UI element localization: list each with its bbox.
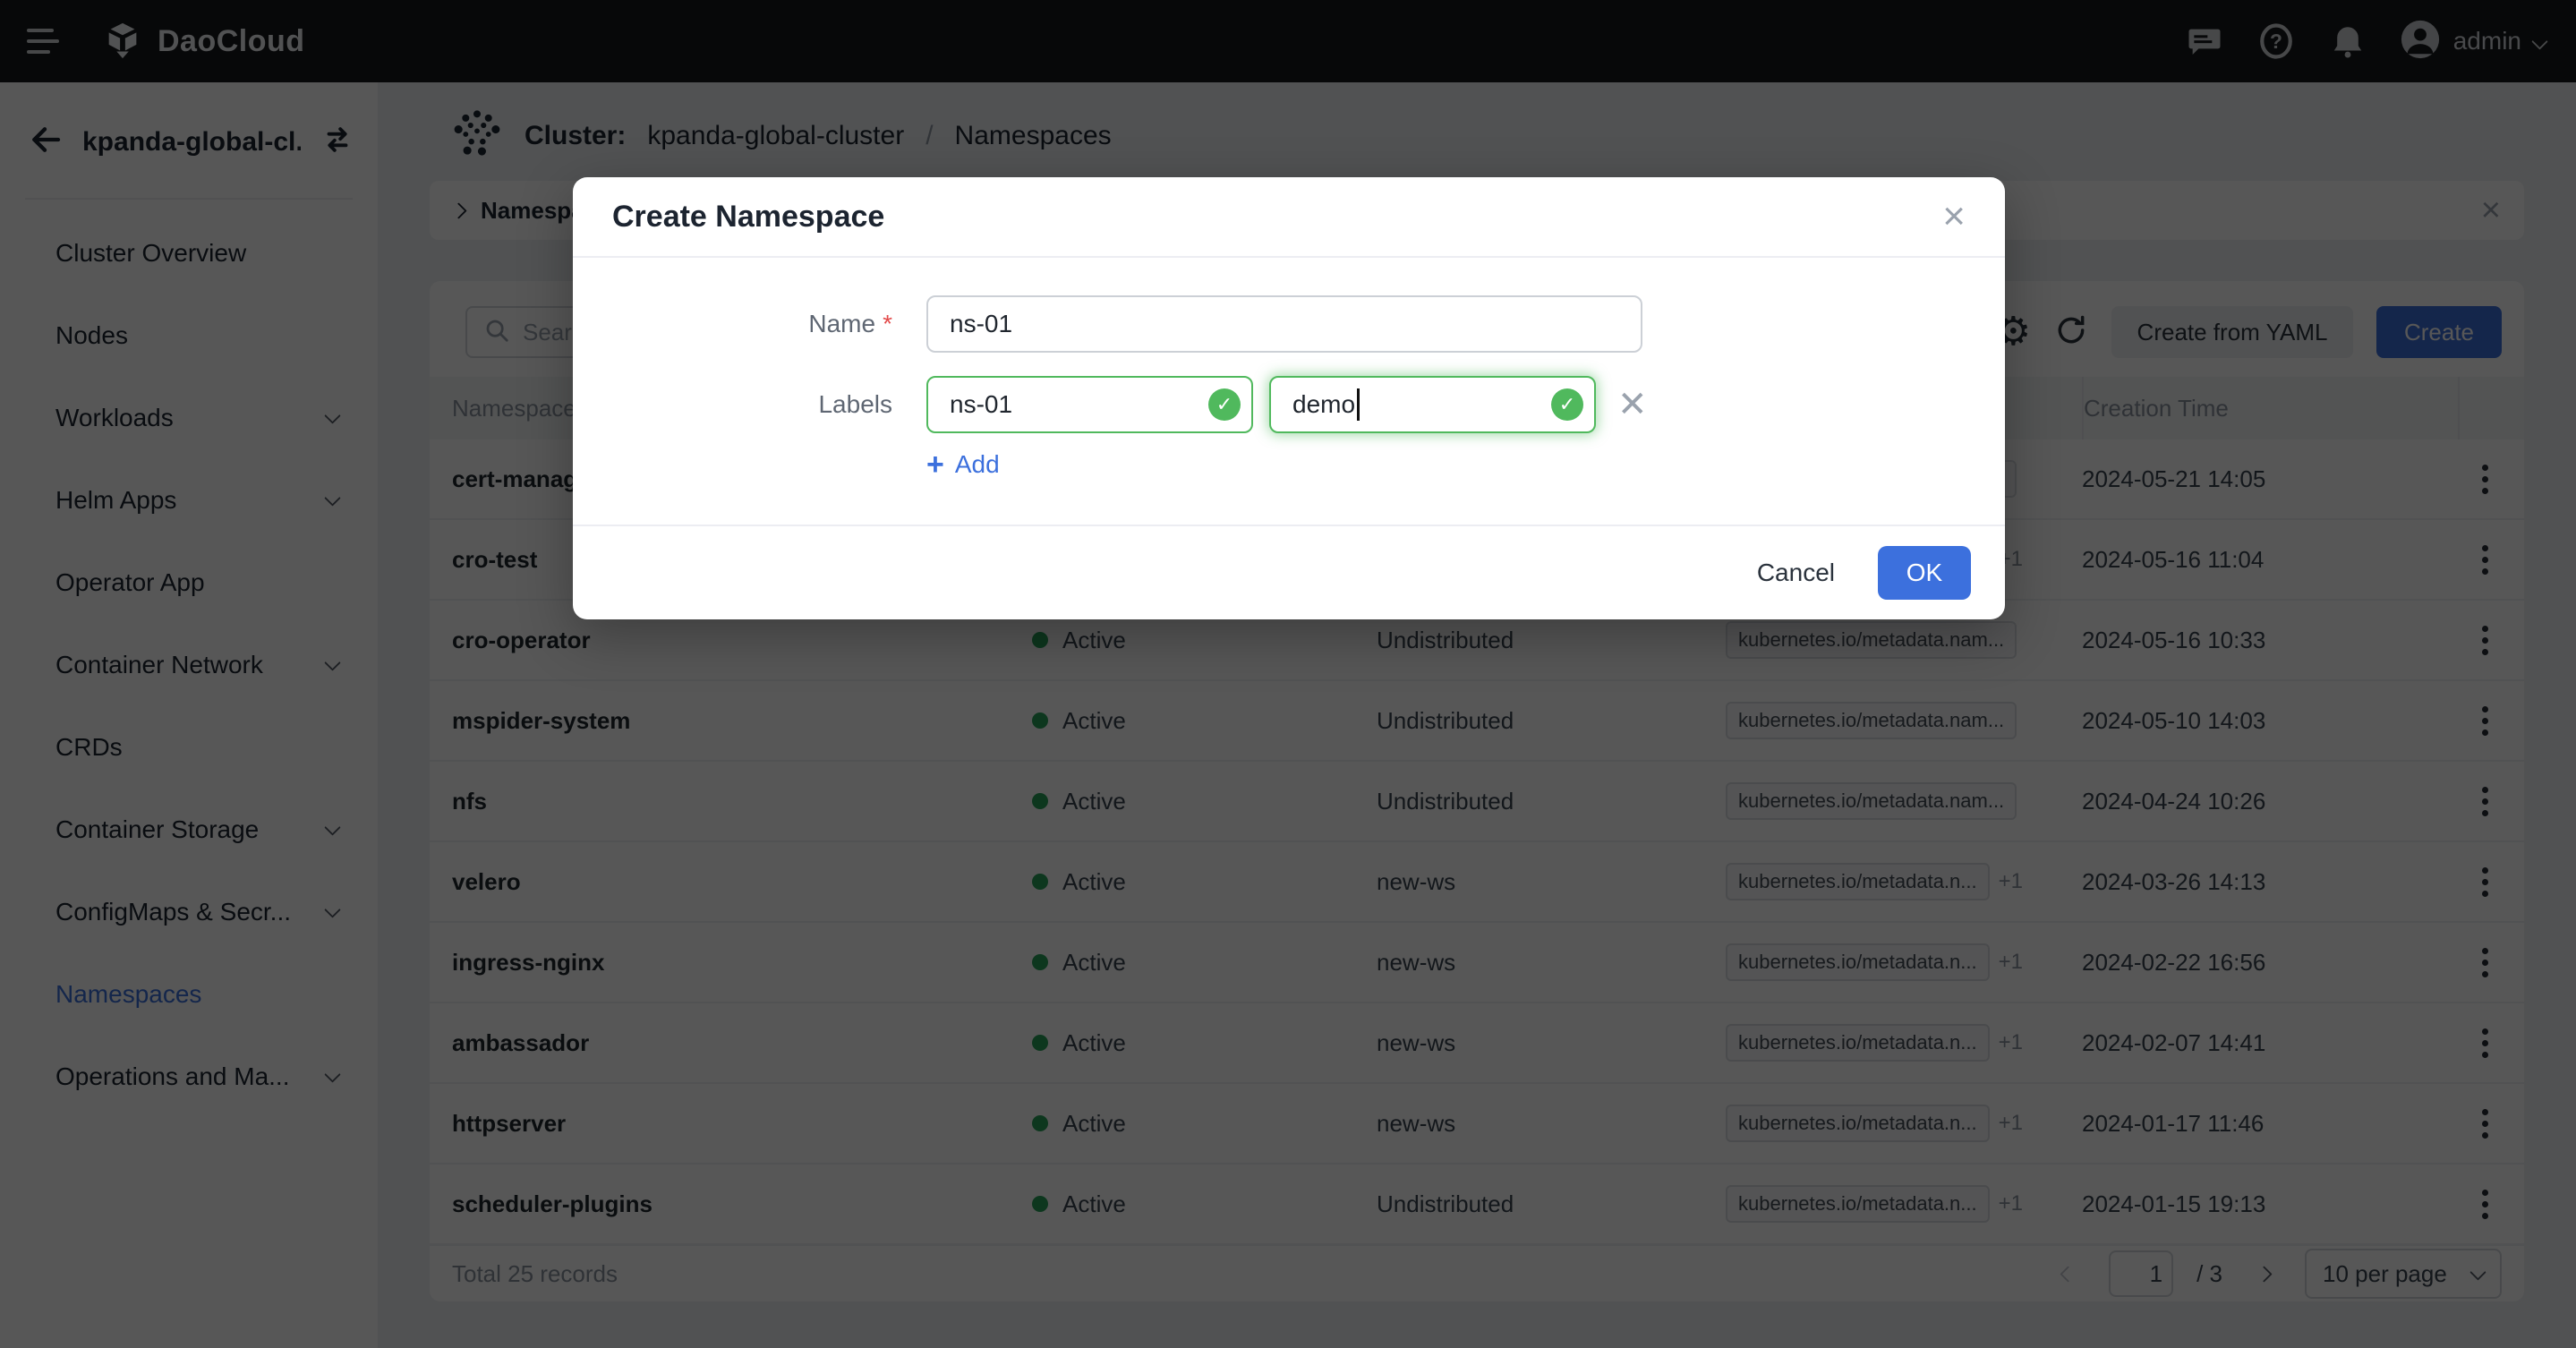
name-label: Name*: [573, 310, 926, 338]
create-namespace-modal: Create Namespace × Name* ns-01 Labels ns…: [573, 177, 2005, 619]
label-key-input[interactable]: ns-01 ✓: [926, 376, 1253, 433]
name-input[interactable]: ns-01: [926, 295, 1642, 353]
ok-button[interactable]: OK: [1878, 546, 1971, 600]
modal-title: Create Namespace: [612, 200, 884, 235]
label-value-input[interactable]: demo ✓: [1269, 376, 1596, 433]
add-label-link[interactable]: + Add: [926, 449, 2005, 480]
labels-row: Labels ns-01 ✓ demo ✓ ✕: [573, 376, 2005, 433]
valid-check-icon: ✓: [1208, 388, 1241, 421]
add-label-text: Add: [955, 450, 1000, 479]
modal-close-icon[interactable]: ×: [1942, 197, 1966, 236]
valid-check-icon: ✓: [1551, 388, 1583, 421]
label-key-value: ns-01: [950, 390, 1012, 419]
modal-footer: Cancel OK: [573, 525, 2005, 619]
label-value-text: demo: [1292, 390, 1355, 419]
name-value: ns-01: [950, 310, 1012, 338]
labels-label: Labels: [573, 390, 926, 419]
required-asterisk: *: [883, 310, 892, 337]
name-row: Name* ns-01: [573, 295, 2005, 353]
cancel-button[interactable]: Cancel: [1757, 559, 1835, 587]
screen: DaoCloud ?: [0, 0, 2576, 1348]
plus-icon: +: [926, 449, 944, 480]
remove-label-icon[interactable]: ✕: [1617, 387, 1648, 422]
text-caret: [1357, 388, 1360, 421]
modal-header: Create Namespace ×: [573, 177, 2005, 258]
